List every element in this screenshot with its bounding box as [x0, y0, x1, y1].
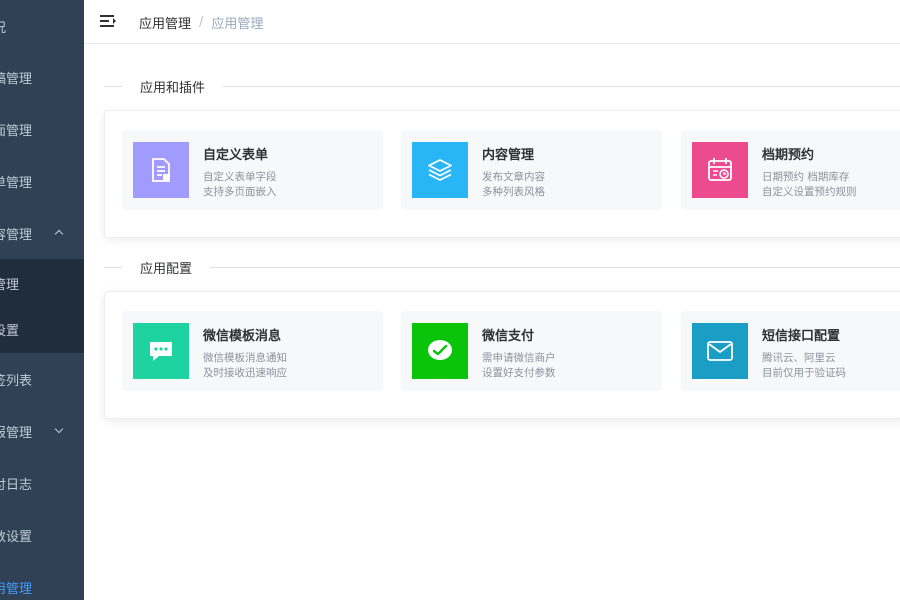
card-desc: 设置好支付参数 [482, 367, 556, 379]
card-title: 自定义表单 [203, 148, 269, 163]
menu-toggle-icon[interactable] [100, 14, 116, 28]
card-desc: 日期预约 档期库存 [762, 171, 850, 183]
app-card-wechat-template[interactable]: 微信模板消息 微信模板消息通知 及时接收迅速响应 [122, 311, 383, 391]
sidebar-item-label: 数设置 [0, 529, 33, 545]
card-desc: 微信模板消息通知 [203, 352, 287, 364]
mail-icon [692, 323, 748, 379]
sidebar-item-tags[interactable]: 签列表 [0, 353, 84, 405]
wechat-pay-icon [412, 323, 468, 379]
sidebar-item-label: 签列表 [0, 373, 33, 389]
sidebar-subitem-manage[interactable]: 管理 [0, 260, 84, 306]
sidebar-item-manuscript[interactable]: 稿管理 [0, 51, 84, 103]
card-title: 微信模板消息 [203, 329, 282, 344]
section-title: 应用配置 [140, 261, 193, 277]
card-desc: 发布文章内容 [482, 171, 545, 183]
sidebar-item-reports[interactable]: 报管理 [0, 405, 84, 457]
section-heading: 应用和插件 [104, 76, 900, 96]
sidebar-item-label: 况 [0, 17, 77, 36]
app-card-custom-form[interactable]: 自定义表单 自定义表单字段 支持多页面嵌入 [122, 130, 383, 210]
top-header: 应用管理 / 应用管理 [84, 0, 900, 44]
breadcrumb-separator: / [199, 15, 204, 30]
card-desc: 腾讯云、阿里云 [762, 352, 836, 364]
sidebar-item-label: 单管理 [0, 175, 33, 191]
sidebar-item-page[interactable]: 面管理 [0, 103, 84, 155]
card-desc: 多种列表风格 [482, 186, 545, 198]
card-desc: 支持多页面嵌入 [203, 186, 277, 198]
sidebar-subitem-settings[interactable]: 设置 [0, 306, 84, 352]
sidebar-item-params[interactable]: 数设置 [0, 509, 84, 561]
sidebar-item-apps[interactable]: 用管理 [0, 561, 84, 600]
section-heading: 应用配置 [104, 257, 900, 277]
card-desc: 自定义设置预约规则 [762, 186, 857, 198]
sidebar-item-content[interactable]: 容管理 [0, 207, 84, 259]
form-icon [133, 142, 189, 198]
breadcrumb-item[interactable]: 应用管理 [139, 13, 191, 32]
app-card-sms[interactable]: 短信接口配置 腾讯云、阿里云 目前仅用于验证码 [681, 311, 900, 391]
calendar-icon [692, 142, 748, 198]
sidebar-item-label: 付日志 [0, 477, 33, 493]
message-icon [133, 323, 189, 379]
sidebar-item-label: 面管理 [0, 123, 33, 139]
sidebar-item-overview[interactable]: 况 [0, 0, 84, 52]
sidebar-item-label: 设置 [0, 323, 20, 339]
config-panel: 微信模板消息 微信模板消息通知 及时接收迅速响应 微信支付 需申请微信商户 设置… [104, 291, 900, 419]
layers-icon [412, 142, 468, 198]
app-card-wechat-pay[interactable]: 微信支付 需申请微信商户 设置好支付参数 [401, 311, 662, 391]
card-title: 内容管理 [482, 148, 535, 163]
sidebar-item-label: 用管理 [0, 581, 33, 597]
card-desc: 需申请微信商户 [482, 352, 556, 364]
breadcrumb-current: 应用管理 [211, 17, 264, 32]
sidebar-item-form[interactable]: 单管理 [0, 155, 84, 207]
sidebar-item-label: 管理 [0, 277, 20, 293]
sidebar-submenu: 管理 设置 [0, 259, 84, 353]
app-card-content[interactable]: 内容管理 发布文章内容 多种列表风格 [401, 130, 662, 210]
sidebar: 况 稿管理 面管理 单管理 容管理 管理 设置 签列表 报管理 付日志 数设置 … [0, 0, 84, 600]
card-desc: 自定义表单字段 [203, 171, 277, 183]
apps-panel: 自定义表单 自定义表单字段 支持多页面嵌入 内容管理 发布文章内容 多种列表风格… [104, 110, 900, 238]
card-desc: 目前仅用于验证码 [762, 367, 846, 379]
card-title: 短信接口配置 [762, 329, 841, 344]
sidebar-item-payment-log[interactable]: 付日志 [0, 457, 84, 509]
sidebar-item-label: 稿管理 [0, 71, 33, 87]
section-title: 应用和插件 [140, 80, 206, 96]
sidebar-item-label: 报管理 [0, 425, 33, 441]
app-card-booking[interactable]: 档期预约 日期预约 档期库存 自定义设置预约规则 [681, 130, 900, 210]
card-title: 微信支付 [482, 329, 535, 344]
sidebar-item-label: 容管理 [0, 227, 33, 243]
breadcrumb: 应用管理 / 应用管理 [139, 13, 263, 32]
card-title: 档期预约 [762, 148, 815, 163]
card-desc: 及时接收迅速响应 [203, 367, 287, 379]
